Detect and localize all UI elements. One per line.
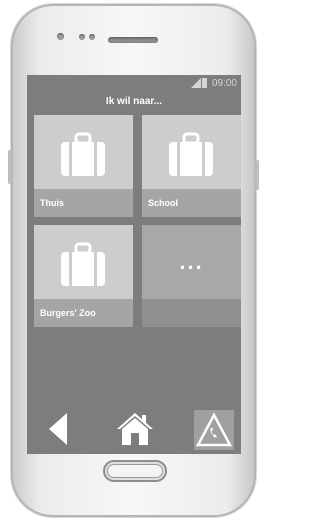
suitcase-icon [61,242,105,286]
tile-label: Burgers' Zoo [34,299,133,327]
status-time: 09:00 [211,78,237,89]
battery-icon [202,78,207,88]
tile-more[interactable]: ... [142,225,241,327]
status-bar: 09:00 [27,75,241,92]
home-icon[interactable] [116,411,154,447]
tile-label-empty [142,299,241,327]
tile-thuis[interactable]: Thuis [34,115,133,217]
bottom-navbar [27,403,241,454]
tile-label: Thuis [34,189,133,217]
volume-button [8,150,12,184]
more-dots: ... [179,249,204,274]
speaker-grille [108,37,158,43]
power-button [255,160,259,190]
page-title: Ik wil naar... [105,96,163,107]
suitcase-icon [169,132,213,176]
call-icon [195,412,233,447]
back-arrow-icon[interactable] [47,413,69,445]
call-button[interactable] [194,410,234,450]
tile-label: School [142,189,241,217]
sensor-dot-2 [89,34,95,40]
signal-icon [191,78,201,88]
sensor-dot [79,34,85,40]
tile-burgers-zoo[interactable]: Burgers' Zoo [34,225,133,327]
suitcase-icon [61,132,105,176]
screen: 09:00 Ik wil naar... Thuis School Burger… [27,75,241,454]
hardware-home-button[interactable] [103,460,167,482]
camera-dot [57,33,64,40]
tile-school[interactable]: School [142,115,241,217]
